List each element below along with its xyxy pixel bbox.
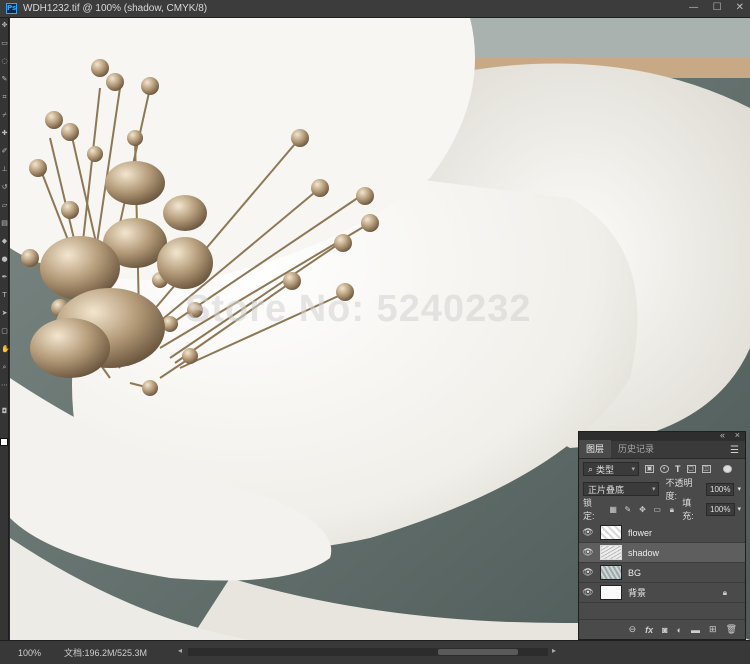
close-icon[interactable]: ✕ bbox=[736, 2, 744, 13]
document-title: WDH1232.tif @ 100% (shadow, CMYK/8) bbox=[23, 3, 208, 14]
chevron-down-icon: ▾ bbox=[631, 466, 635, 473]
type-tool-icon[interactable]: T bbox=[1, 292, 8, 299]
history-brush-tool-icon[interactable]: ↺ bbox=[1, 184, 8, 191]
layers-panel: « × 图层 历史记录 ☰ ⌕ 类型 ▾ ▣ ◐ T ▢ ◫ 正片叠底 ▾ 不透… bbox=[578, 430, 746, 640]
search-icon: ⌕ bbox=[588, 463, 594, 474]
clone-stamp-tool-icon[interactable]: ⊥ bbox=[1, 166, 8, 173]
pen-tool-icon[interactable]: ✒ bbox=[1, 274, 8, 281]
layer-row-background[interactable]: 👁︎ 背景 🔒︎ bbox=[579, 583, 745, 603]
blend-row: 正片叠底 ▾ 不透明度: 100% ▾ bbox=[579, 478, 745, 501]
lock-artboard-icon[interactable]: ▭ bbox=[653, 505, 662, 514]
filter-row: ⌕ 类型 ▾ ▣ ◐ T ▢ ◫ bbox=[579, 459, 745, 479]
lasso-tool-icon[interactable]: ◌ bbox=[1, 58, 8, 65]
quick-select-tool-icon[interactable]: ✎ bbox=[1, 76, 8, 83]
pixel-filter-icon[interactable]: ▣ bbox=[645, 465, 654, 473]
blur-tool-icon[interactable]: ◆ bbox=[1, 238, 8, 245]
foreground-color-swatch[interactable] bbox=[0, 438, 8, 446]
layer-thumbnail bbox=[600, 585, 622, 600]
eraser-tool-icon[interactable]: ▱ bbox=[1, 202, 8, 209]
gradient-tool-icon[interactable]: ▤ bbox=[1, 220, 8, 227]
layers-list: 👁︎ flower 👁︎ shadow 👁︎ BG 👁︎ 背景 🔒︎ bbox=[579, 523, 745, 603]
chevron-down-icon: ▾ bbox=[651, 486, 656, 493]
marquee-tool-icon[interactable]: ▭ bbox=[1, 40, 8, 47]
layer-lock-icon: 🔒︎ bbox=[722, 587, 727, 597]
window-controls: — ☐ ✕ bbox=[689, 2, 744, 13]
chevron-down-icon[interactable]: ▾ bbox=[737, 485, 741, 493]
panel-menu-icon[interactable]: ☰ bbox=[730, 445, 739, 456]
visibility-eye-icon[interactable]: 👁︎ bbox=[579, 587, 597, 598]
type-filter-icon[interactable]: T bbox=[675, 464, 681, 474]
new-layer-icon[interactable]: ⊞ bbox=[709, 624, 717, 635]
fx-icon[interactable]: fx bbox=[645, 625, 653, 635]
layer-row-shadow[interactable]: 👁︎ shadow bbox=[579, 543, 745, 563]
quick-mask-icon[interactable]: ◘ bbox=[1, 408, 8, 415]
visibility-eye-icon[interactable]: 👁︎ bbox=[579, 527, 597, 538]
tab-history[interactable]: 历史记录 bbox=[611, 440, 661, 458]
trash-icon[interactable]: 🗑︎ bbox=[726, 624, 737, 635]
shape-filter-icon[interactable]: ▢ bbox=[686, 465, 696, 473]
fill-input[interactable]: 100% bbox=[706, 502, 735, 516]
tab-layers[interactable]: 图层 bbox=[579, 440, 612, 458]
shape-tool-icon[interactable]: ▢ bbox=[1, 328, 8, 335]
layer-name: flower bbox=[628, 527, 653, 538]
layer-name: BG bbox=[628, 567, 642, 578]
maximize-icon[interactable]: ☐ bbox=[713, 2, 722, 13]
move-tool-icon[interactable]: ✥ bbox=[1, 22, 8, 29]
layer-thumbnail bbox=[600, 525, 622, 540]
watermark-text: Store No: 5240232 bbox=[185, 288, 532, 330]
lock-all-icon[interactable]: 🔒︎ bbox=[668, 505, 677, 514]
brush-tool-icon[interactable]: ✐ bbox=[1, 148, 8, 155]
layer-name: shadow bbox=[628, 547, 660, 558]
zoom-level[interactable]: 100% bbox=[18, 648, 54, 658]
visibility-eye-icon[interactable]: 👁︎ bbox=[579, 547, 597, 558]
document-title-bar: Ps WDH1232.tif @ 100% (shadow, CMYK/8) —… bbox=[0, 0, 750, 18]
eyedropper-tool-icon[interactable]: ⌿ bbox=[1, 112, 8, 119]
layer-row-bg[interactable]: 👁︎ BG bbox=[579, 563, 745, 583]
more-tools-icon[interactable]: ⋯ bbox=[1, 382, 8, 389]
minimize-icon[interactable]: — bbox=[689, 2, 699, 13]
filter-toggle-icon[interactable] bbox=[722, 465, 732, 473]
layer-row-flower[interactable]: 👁︎ flower bbox=[579, 523, 745, 543]
fill-label: 填充: bbox=[682, 498, 694, 521]
collapse-panel-icon[interactable]: « bbox=[720, 430, 725, 440]
layers-panel-footer: ⊖ fx ◙ ◐ ▬ ⊞ 🗑︎ bbox=[579, 619, 745, 639]
path-select-tool-icon[interactable]: ➤ bbox=[1, 310, 8, 317]
horizontal-scroll-thumb[interactable] bbox=[438, 649, 518, 655]
zoom-tool-icon[interactable]: ⌕ bbox=[1, 364, 8, 371]
mask-icon[interactable]: ◙ bbox=[662, 625, 667, 635]
lock-image-icon[interactable]: ✎ bbox=[623, 505, 632, 514]
layer-filter-select[interactable]: ⌕ 类型 ▾ bbox=[583, 462, 639, 476]
layer-thumbnail bbox=[600, 565, 622, 580]
lock-row: 锁定: ▦ ✎ ✥ ▭ 🔒︎ 填充: 100% ▾ bbox=[579, 498, 745, 521]
link-icon[interactable]: ⊖ bbox=[629, 624, 637, 635]
layer-thumbnail bbox=[600, 545, 622, 560]
opacity-input[interactable]: 100% bbox=[706, 482, 735, 496]
hand-tool-icon[interactable]: ✋ bbox=[1, 346, 10, 353]
lock-transparent-icon[interactable]: ▦ bbox=[609, 505, 618, 514]
status-bar: 100% 文档:196.2M/525.3M ◂ ▸ bbox=[0, 640, 750, 664]
chevron-down-icon[interactable]: ▾ bbox=[738, 505, 742, 513]
horizontal-scrollbar[interactable] bbox=[188, 648, 548, 656]
scroll-left-icon[interactable]: ◂ bbox=[178, 646, 182, 655]
layer-name: 背景 bbox=[628, 588, 647, 598]
adjustment-filter-icon[interactable]: ◐ bbox=[660, 465, 669, 473]
scroll-right-icon[interactable]: ▸ bbox=[552, 646, 556, 655]
folder-icon[interactable]: ▬ bbox=[691, 625, 700, 635]
adjustment-icon[interactable]: ◐ bbox=[677, 625, 682, 635]
panel-tabs: 图层 历史记录 ☰ bbox=[579, 440, 745, 459]
lock-label: 锁定: bbox=[583, 498, 595, 521]
smart-object-filter-icon[interactable]: ◫ bbox=[701, 465, 711, 473]
blend-mode-select[interactable]: 正片叠底 ▾ bbox=[583, 482, 660, 496]
document-size: 文档:196.2M/525.3M bbox=[64, 648, 148, 658]
crop-tool-icon[interactable]: ⌗ bbox=[1, 94, 8, 101]
tools-panel: ✥ ▭ ◌ ✎ ⌗ ⌿ ✚ ✐ ⊥ ↺ ▱ ▤ ◆ ● ✒ T ➤ ▢ ✋ ⌕ … bbox=[0, 18, 10, 640]
close-panel-icon[interactable]: × bbox=[735, 430, 740, 440]
dodge-tool-icon[interactable]: ● bbox=[1, 256, 8, 263]
lock-position-icon[interactable]: ✥ bbox=[638, 505, 647, 514]
visibility-eye-icon[interactable]: 👁︎ bbox=[579, 567, 597, 578]
healing-brush-tool-icon[interactable]: ✚ bbox=[1, 130, 8, 137]
photoshop-icon: Ps bbox=[6, 3, 17, 14]
